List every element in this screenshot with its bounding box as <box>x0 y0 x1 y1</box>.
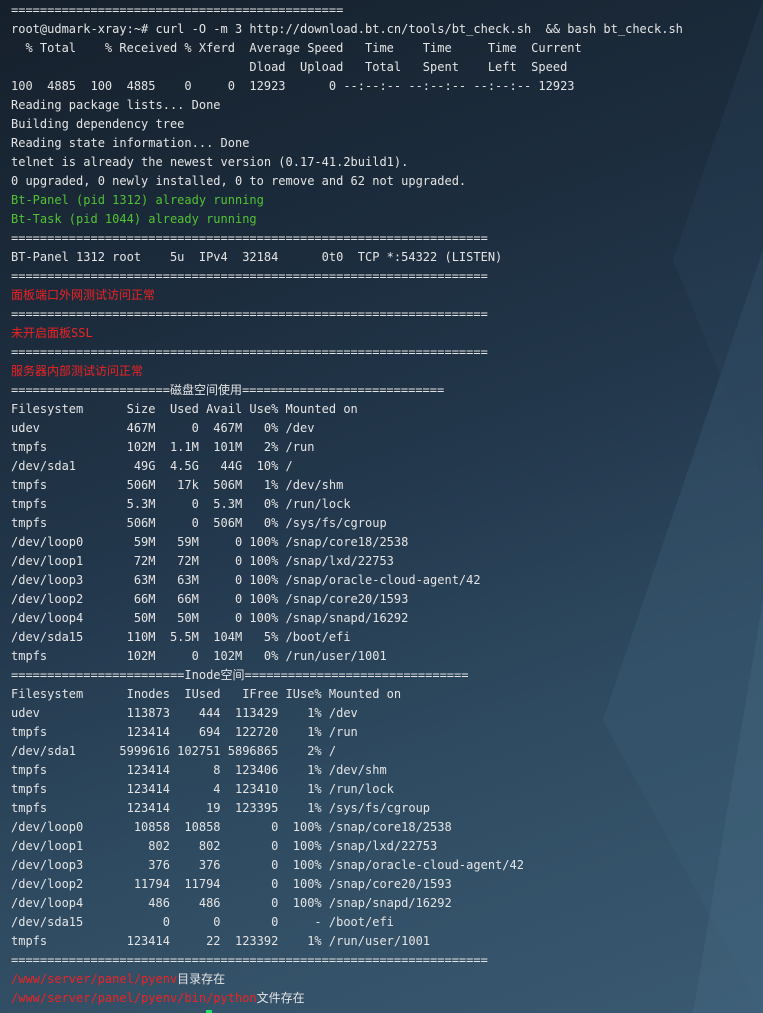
terminal-line: tmpfs 123414 694 122720 1% /run <box>11 725 358 739</box>
terminal-line: 服务器内部测试访问正常 <box>11 364 144 378</box>
terminal-line: Building dependency tree <box>11 117 185 131</box>
terminal-line: udev 467M 0 467M 0% /dev <box>11 421 315 435</box>
terminal-text-segment: 目录存在 <box>177 972 226 986</box>
terminal-text-segment: 文件存在 <box>256 991 305 1005</box>
terminal-line: /dev/loop4 486 486 0 100% /snap/snapd/16… <box>11 896 452 910</box>
terminal-line: 未开启面板SSL <box>11 326 93 340</box>
terminal-line: 100 4885 100 4885 0 0 12923 0 --:--:-- -… <box>11 79 575 93</box>
terminal-line: Dload Upload Total Spent Left Speed <box>11 60 568 74</box>
terminal-line: ========================================… <box>11 953 488 967</box>
terminal-line: telnet is already the newest version (0.… <box>11 155 409 169</box>
terminal-line: tmpfs 123414 8 123406 1% /dev/shm <box>11 763 387 777</box>
terminal-line: 0 upgraded, 0 newly installed, 0 to remo… <box>11 174 467 188</box>
terminal-line: /dev/loop1 72M 72M 0 100% /snap/lxd/2275… <box>11 554 394 568</box>
terminal-line: /dev/loop3 63M 63M 0 100% /snap/oracle-c… <box>11 573 481 587</box>
terminal-line: /dev/sda1 49G 4.5G 44G 10% / <box>11 459 293 473</box>
prompt-line[interactable] <box>11 1008 761 1013</box>
terminal-line: ========================================… <box>11 269 488 283</box>
terminal-output[interactable]: ========================================… <box>11 1 761 1013</box>
terminal-line: ======================磁盘空间使用============… <box>11 383 445 397</box>
terminal-line: /www/server/panel/pyenv目录存在 <box>11 970 761 989</box>
terminal-line: Bt-Task (pid 1044) already running <box>11 212 257 226</box>
terminal-line: ========================Inode空间=========… <box>11 668 469 682</box>
terminal-line: 面板端口外网测试访问正常 <box>11 288 156 302</box>
terminal-line: tmpfs 5.3M 0 5.3M 0% /run/lock <box>11 497 351 511</box>
terminal-line: /dev/loop4 50M 50M 0 100% /snap/snapd/16… <box>11 611 409 625</box>
terminal-line: tmpfs 506M 17k 506M 1% /dev/shm <box>11 478 344 492</box>
terminal-line: tmpfs 102M 1.1M 101M 2% /run <box>11 440 315 454</box>
terminal-line: ========================================… <box>11 307 488 321</box>
terminal-line: /dev/loop2 66M 66M 0 100% /snap/core20/1… <box>11 592 409 606</box>
terminal-line: Reading package lists... Done <box>11 98 221 112</box>
terminal-line: tmpfs 102M 0 102M 0% /run/user/1001 <box>11 649 387 663</box>
terminal-line: Filesystem Inodes IUsed IFree IUse% Moun… <box>11 687 402 701</box>
terminal-line: /dev/loop3 376 376 0 100% /snap/oracle-c… <box>11 858 524 872</box>
terminal-line: root@udmark-xray:~# curl -O -m 3 http://… <box>11 22 683 36</box>
terminal-line: tmpfs 123414 19 123395 1% /sys/fs/cgroup <box>11 801 431 815</box>
terminal-line: /dev/loop0 10858 10858 0 100% /snap/core… <box>11 820 452 834</box>
terminal-line: /dev/loop2 11794 11794 0 100% /snap/core… <box>11 877 452 891</box>
terminal-text-segment: /www/server/panel/pyenv <box>11 972 178 986</box>
terminal-line: tmpfs 123414 4 123410 1% /run/lock <box>11 782 394 796</box>
terminal-line: ========================================… <box>11 3 344 17</box>
terminal-line: /dev/sda15 110M 5.5M 104M 5% /boot/efi <box>11 630 351 644</box>
terminal-line: /www/server/panel/pyenv/bin/python文件存在 <box>11 989 761 1008</box>
terminal-line: BT-Panel 1312 root 5u IPv4 32184 0t0 TCP… <box>11 250 503 264</box>
terminal-line: ========================================… <box>11 345 488 359</box>
terminal-line: tmpfs 123414 22 123392 1% /run/user/1001 <box>11 934 431 948</box>
terminal-line: % Total % Received % Xferd Average Speed… <box>11 41 582 55</box>
terminal-line: Filesystem Size Used Avail Use% Mounted … <box>11 402 358 416</box>
terminal-line: /dev/sda15 0 0 0 - /boot/efi <box>11 915 394 929</box>
terminal-text-segment: /www/server/panel/pyenv/bin/python <box>11 991 257 1005</box>
terminal-line: /dev/sda1 5999616 102751 5896865 2% / <box>11 744 337 758</box>
terminal-line: ========================================… <box>11 231 488 245</box>
terminal-line: udev 113873 444 113429 1% /dev <box>11 706 358 720</box>
terminal-line: Reading state information... Done <box>11 136 250 150</box>
terminal-line: Bt-Panel (pid 1312) already running <box>11 193 264 207</box>
terminal-line: /dev/loop1 802 802 0 100% /snap/lxd/2275… <box>11 839 438 853</box>
terminal-line: tmpfs 506M 0 506M 0% /sys/fs/cgroup <box>11 516 387 530</box>
terminal-line: /dev/loop0 59M 59M 0 100% /snap/core18/2… <box>11 535 409 549</box>
